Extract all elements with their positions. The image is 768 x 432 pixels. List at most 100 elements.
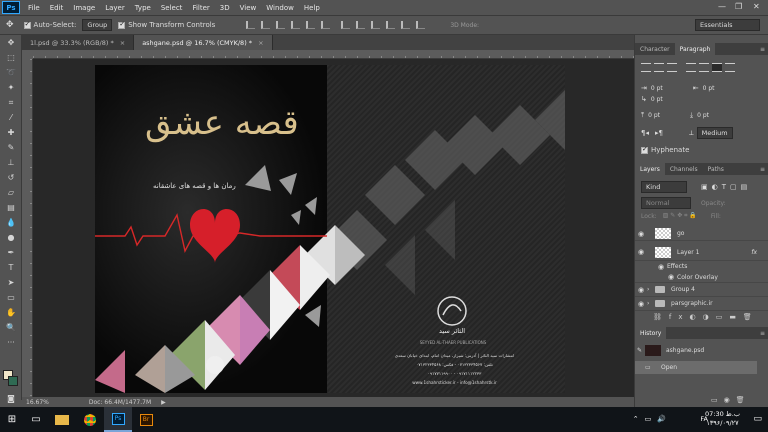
- zoom-tool[interactable]: 🔍: [0, 320, 22, 335]
- blend-mode-dropdown[interactable]: Normal: [641, 197, 691, 209]
- menu-edit[interactable]: Edit: [45, 4, 69, 12]
- distribute-vcenter-icon[interactable]: [356, 21, 366, 29]
- lock-icons[interactable]: ▨ ✎ ✥ ⌗ 🔒: [663, 212, 697, 220]
- layer-fx-icon[interactable]: fx: [751, 249, 757, 256]
- filter-smart-icon[interactable]: ▤: [741, 183, 748, 191]
- history-menu-icon[interactable]: ≡: [760, 330, 765, 337]
- distribute-hcenter-icon[interactable]: [401, 21, 411, 29]
- filter-pixel-icon[interactable]: ▣: [701, 183, 708, 191]
- brush-tool[interactable]: ✎: [0, 140, 22, 155]
- chrome-icon[interactable]: [76, 407, 104, 432]
- clock[interactable]: 07:30 ب.ظ ۱۳۹۶/۰۹/۲۷: [705, 410, 740, 428]
- vertical-ruler[interactable]: [22, 59, 33, 397]
- zoom-level[interactable]: 16.67%: [26, 399, 49, 406]
- align-top-icon[interactable]: [246, 21, 256, 29]
- layer-group-row[interactable]: ◉ › parsgraphic.ir: [635, 297, 768, 311]
- color-swatches[interactable]: [3, 370, 19, 388]
- distribute-left-icon[interactable]: [386, 21, 396, 29]
- history-footer-icons[interactable]: ▭◉🗑: [711, 396, 751, 404]
- move-tool[interactable]: ✥: [0, 35, 22, 50]
- clone-stamp-tool[interactable]: ⊥: [0, 155, 22, 170]
- tab-layers[interactable]: Layers: [635, 163, 665, 175]
- justify-all-icon[interactable]: [725, 63, 735, 72]
- auto-select-dropdown[interactable]: Group: [82, 19, 113, 31]
- visibility-eye-icon[interactable]: ◉: [635, 248, 647, 256]
- justification-dropdown[interactable]: Medium: [696, 127, 733, 139]
- layer-kind-dropdown[interactable]: Kind: [641, 181, 687, 193]
- justify-right-icon[interactable]: [712, 63, 722, 72]
- move-tool-icon[interactable]: ✥: [6, 20, 14, 30]
- file-explorer-icon[interactable]: [48, 407, 76, 432]
- space-before-field[interactable]: 0 pt: [648, 112, 660, 119]
- layer-row[interactable]: ◉ go: [635, 227, 768, 241]
- tab-paths[interactable]: Paths: [703, 163, 729, 175]
- tab-history[interactable]: History: [635, 327, 667, 339]
- hand-tool[interactable]: ✋: [0, 305, 22, 320]
- expand-arrow-icon[interactable]: ›: [647, 286, 655, 293]
- lasso-tool[interactable]: ➰: [0, 65, 22, 80]
- tab-character[interactable]: Character: [635, 43, 675, 55]
- menu-image[interactable]: Image: [68, 4, 100, 12]
- history-state[interactable]: ▭ Open: [635, 361, 757, 374]
- history-brush-source-icon[interactable]: ✎: [637, 347, 645, 354]
- photoshop-taskbar-icon[interactable]: Ps: [104, 407, 132, 432]
- distribute-bottom-icon[interactable]: [371, 21, 381, 29]
- gradient-tool[interactable]: ▤: [0, 200, 22, 215]
- align-center-text-icon[interactable]: [654, 63, 664, 72]
- eraser-tool[interactable]: ▱: [0, 185, 22, 200]
- task-view-icon[interactable]: ▭: [24, 407, 48, 432]
- align-right-icon[interactable]: [321, 21, 331, 29]
- layer-name[interactable]: Layer 1: [677, 249, 699, 256]
- history-snapshot[interactable]: ✎ ashgane.psd: [635, 344, 757, 357]
- tab-1l[interactable]: 1l.psd @ 33.3% (RGB/8) * ×: [22, 35, 135, 50]
- type-tool[interactable]: T: [0, 260, 22, 275]
- layers-footer-icons[interactable]: ⛓fx◐◑▭▬🗑: [653, 313, 759, 321]
- healing-brush-tool[interactable]: ✚: [0, 125, 22, 140]
- align-right-text-icon[interactable]: [667, 63, 677, 72]
- filter-shape-icon[interactable]: ▢: [730, 183, 737, 191]
- layer-row[interactable]: ◉ Layer 1 fx: [635, 244, 768, 261]
- pen-tool[interactable]: ✒: [0, 245, 22, 260]
- justify-left-icon[interactable]: [686, 63, 696, 72]
- path-selection-tool[interactable]: ➤: [0, 275, 22, 290]
- history-state-name[interactable]: Open: [661, 364, 677, 371]
- indent-left-field[interactable]: 0 pt: [651, 85, 663, 92]
- menu-3d[interactable]: 3D: [215, 4, 235, 12]
- transform-controls-checkbox[interactable]: [118, 20, 126, 29]
- menu-select[interactable]: Select: [156, 4, 188, 12]
- start-button-icon[interactable]: ⊞: [0, 407, 24, 432]
- history-brush-tool[interactable]: ↺: [0, 170, 22, 185]
- close-window-icon[interactable]: ✕: [753, 2, 760, 11]
- direction-ltr-icon[interactable]: ¶◂: [641, 129, 649, 137]
- menu-window[interactable]: Window: [261, 4, 299, 12]
- notifications-icon[interactable]: ▭: [753, 414, 762, 424]
- document-canvas[interactable]: قصه عشق رمان ها و قصه های عاشقانه الثائر…: [95, 65, 565, 393]
- distribute-right-icon[interactable]: [416, 21, 426, 29]
- workspace-dropdown[interactable]: Essentials: [695, 19, 760, 31]
- blur-tool[interactable]: 💧: [0, 215, 22, 230]
- shape-tool[interactable]: ▭: [0, 290, 22, 305]
- group-name[interactable]: parsgraphic.ir: [671, 300, 713, 307]
- indent-right-field[interactable]: 0 pt: [703, 85, 715, 92]
- distribute-top-icon[interactable]: [341, 21, 351, 29]
- panel-menu-icon[interactable]: ≡: [760, 46, 765, 53]
- menu-layer[interactable]: Layer: [100, 4, 130, 12]
- background-color[interactable]: [8, 376, 18, 386]
- restore-icon[interactable]: ❐: [735, 2, 742, 11]
- layers-menu-icon[interactable]: ≡: [760, 166, 765, 173]
- menu-view[interactable]: View: [235, 4, 262, 12]
- dodge-tool[interactable]: ●: [0, 230, 22, 245]
- align-vcenter-icon[interactable]: [261, 21, 271, 29]
- close-tab-icon[interactable]: ×: [120, 39, 125, 47]
- bridge-taskbar-icon[interactable]: Br: [132, 407, 160, 432]
- tab-channels[interactable]: Channels: [665, 163, 703, 175]
- tab-paragraph[interactable]: Paragraph: [674, 43, 716, 55]
- visibility-eye-icon[interactable]: ◉: [635, 300, 647, 308]
- group-name[interactable]: Group 4: [671, 286, 695, 293]
- snapshot-name[interactable]: ashgane.psd: [666, 347, 704, 354]
- visibility-eye-icon[interactable]: ◉: [635, 230, 647, 238]
- layer-effects-row[interactable]: ◉ Effects: [635, 261, 768, 272]
- hyphenate-checkbox[interactable]: [641, 145, 648, 154]
- marquee-tool[interactable]: ⬚: [0, 50, 22, 65]
- quick-mask-icon[interactable]: ◙: [0, 391, 22, 406]
